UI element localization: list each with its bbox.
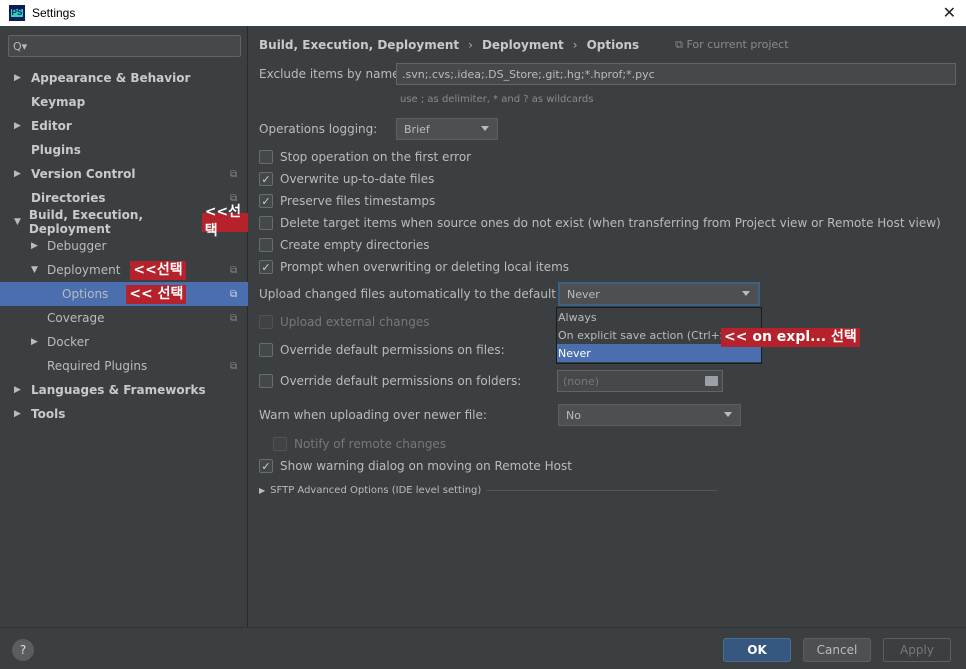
checkbox-delete-target-items[interactable]: Delete target items when source ones do …	[259, 216, 941, 230]
sidebar-item-tools[interactable]: ▶ Tools	[0, 402, 248, 426]
checkbox-overwrite-up-to-date[interactable]: ✓ Overwrite up-to-date files	[259, 172, 434, 186]
sidebar-item-appearance[interactable]: ▶ Appearance & Behavior	[0, 66, 248, 90]
checkbox[interactable]	[259, 315, 273, 329]
checkbox-preserve-timestamps[interactable]: ✓ Preserve files timestamps	[259, 194, 435, 208]
expand-arrow-icon: ▶	[259, 486, 266, 495]
warn-uploading-label: Warn when uploading over newer file:	[259, 408, 487, 422]
checkbox[interactable]: ✓	[259, 260, 273, 274]
breadcrumb-item: Build, Execution, Deployment	[259, 38, 460, 52]
cancel-button[interactable]: Cancel	[803, 638, 871, 662]
annotation-label: << 선택	[126, 284, 187, 304]
settings-tree: ▶ Appearance & Behavior Keymap ▶ Editor …	[0, 66, 248, 426]
annotation-label: << on expl... 선택	[721, 328, 860, 347]
exclude-items-input[interactable]: .svn;.cvs;.idea;.DS_Store;.git;.hg;*.hpr…	[396, 63, 956, 85]
checkbox[interactable]: ✓	[259, 172, 273, 186]
warn-uploading-select[interactable]: No	[558, 404, 741, 426]
close-icon[interactable]: ✕	[943, 3, 956, 22]
checkbox[interactable]	[259, 238, 273, 252]
dialog-footer: ? OK Cancel Apply	[0, 627, 966, 669]
ok-button[interactable]: OK	[723, 638, 791, 662]
collapse-arrow-icon[interactable]: ▼	[31, 265, 43, 275]
warn-uploading-row: Warn when uploading over newer file: No	[259, 404, 741, 426]
folder-icon[interactable]	[705, 376, 718, 386]
project-scope-icon: ⧉	[230, 264, 238, 276]
checkbox[interactable]	[259, 374, 273, 388]
expand-arrow-icon[interactable]: ▶	[14, 169, 26, 179]
chevron-down-icon	[481, 126, 489, 131]
sidebar-item-build-execution-deployment[interactable]: ▼ Build, Execution, Deployment <<선택	[0, 204, 248, 239]
sidebar-item-plugins[interactable]: Plugins	[0, 138, 248, 162]
search-icon: Q▾	[13, 39, 28, 53]
upload-automatically-row: Upload changed files automatically to th…	[259, 282, 760, 306]
sidebar-item-editor[interactable]: ▶ Editor	[0, 114, 248, 138]
checkbox[interactable]	[273, 437, 287, 451]
search-input[interactable]: Q▾	[8, 35, 241, 57]
expand-arrow-icon[interactable]: ▶	[14, 409, 26, 419]
breadcrumb-separator: ›	[468, 38, 473, 52]
checkbox-upload-external[interactable]: Upload external changes	[259, 315, 429, 329]
collapse-arrow-icon[interactable]: ▼	[14, 217, 24, 227]
project-scope-icon: ⧉	[230, 168, 238, 180]
override-folders-label: Override default permissions on folders:	[280, 374, 522, 388]
sidebar-item-deployment[interactable]: ▼ Deployment <<선택 ⧉	[0, 258, 248, 282]
operations-logging-row: Operations logging: Brief	[259, 118, 498, 140]
expand-arrow-icon[interactable]: ▶	[31, 337, 43, 347]
checkbox[interactable]	[259, 150, 273, 164]
phpstorm-app-icon: PS	[9, 5, 25, 21]
chevron-down-icon	[742, 291, 750, 296]
dropdown-option-always[interactable]: Always	[557, 308, 761, 326]
expand-arrow-icon[interactable]: ▶	[14, 121, 26, 131]
apply-button[interactable]: Apply	[883, 638, 951, 662]
project-scope-icon: ⧉	[230, 288, 238, 300]
project-scope-icon: ⧉	[230, 312, 238, 324]
expand-arrow-icon[interactable]: ▶	[31, 241, 43, 251]
checkbox-stop-on-error[interactable]: Stop operation on the first error	[259, 150, 471, 164]
checkbox[interactable]	[259, 343, 273, 357]
settings-content: Build, Execution, Deployment › Deploymen…	[249, 26, 966, 627]
chevron-down-icon	[724, 412, 732, 417]
title-bar: PS Settings ✕	[0, 0, 966, 26]
project-scope-label: ⧉ For current project	[675, 38, 789, 51]
project-scope-icon: ⧉	[230, 192, 238, 204]
checkbox-create-empty-dirs[interactable]: Create empty directories	[259, 238, 430, 252]
exclude-items-label: Exclude items by name:	[259, 67, 404, 81]
sidebar-item-debugger[interactable]: ▶ Debugger	[0, 234, 248, 258]
help-icon[interactable]: ?	[12, 639, 34, 661]
checkbox[interactable]: ✓	[259, 459, 273, 473]
sidebar-item-options[interactable]: Options << 선택 ⧉	[0, 282, 248, 306]
exclude-items-hint: use ; as delimiter, * and ? as wildcards	[400, 94, 594, 105]
operations-logging-select[interactable]: Brief	[396, 118, 498, 140]
exclude-items-row: Exclude items by name: .svn;.cvs;.idea;.…	[259, 63, 956, 85]
annotation-label: <<선택	[201, 204, 248, 239]
override-folders-row: Override default permissions on folders:…	[259, 370, 723, 392]
sidebar-item-required-plugins[interactable]: Required Plugins ⧉	[0, 354, 248, 378]
breadcrumb-separator: ›	[572, 38, 578, 52]
sidebar-item-languages-frameworks[interactable]: ▶ Languages & Frameworks	[0, 378, 248, 402]
expand-arrow-icon[interactable]: ▶	[14, 385, 26, 395]
sidebar-item-version-control[interactable]: ▶ Version Control ⧉	[0, 162, 248, 186]
checkbox-notify-remote-changes[interactable]: Notify of remote changes	[273, 437, 446, 451]
project-scope-icon: ⧉	[230, 360, 238, 372]
settings-sidebar: Q▾ ▶ Appearance & Behavior Keymap ▶ Edit…	[0, 26, 248, 627]
sftp-advanced-toggle[interactable]: ▶ SFTP Advanced Options (IDE level setti…	[259, 485, 718, 496]
window-title: Settings	[32, 6, 76, 20]
folders-permissions-input[interactable]: (none)	[557, 370, 723, 392]
operations-logging-label: Operations logging:	[259, 122, 378, 136]
breadcrumb-item: Deployment	[481, 38, 564, 52]
checkbox-override-files[interactable]: Override default permissions on files:	[259, 343, 505, 357]
breadcrumb-item: Options	[586, 38, 640, 52]
checkbox-show-warning-dialog[interactable]: ✓ Show warning dialog on moving on Remot…	[259, 459, 572, 473]
divider	[487, 490, 718, 491]
sidebar-item-coverage[interactable]: Coverage ⧉	[0, 306, 248, 330]
expand-arrow-icon[interactable]: ▶	[14, 73, 26, 83]
annotation-label: <<선택	[130, 260, 186, 280]
sidebar-item-docker[interactable]: ▶ Docker	[0, 330, 248, 354]
sidebar-item-keymap[interactable]: Keymap	[0, 90, 248, 114]
checkbox[interactable]: ✓	[259, 194, 273, 208]
checkbox-prompt-overwriting[interactable]: ✓ Prompt when overwriting or deleting lo…	[259, 260, 569, 274]
upload-automatically-label: Upload changed files automatically to th…	[259, 287, 598, 301]
upload-automatically-select[interactable]: Never	[558, 282, 760, 306]
breadcrumb: Build, Execution, Deployment › Deploymen…	[259, 38, 789, 52]
checkbox[interactable]	[259, 216, 273, 230]
